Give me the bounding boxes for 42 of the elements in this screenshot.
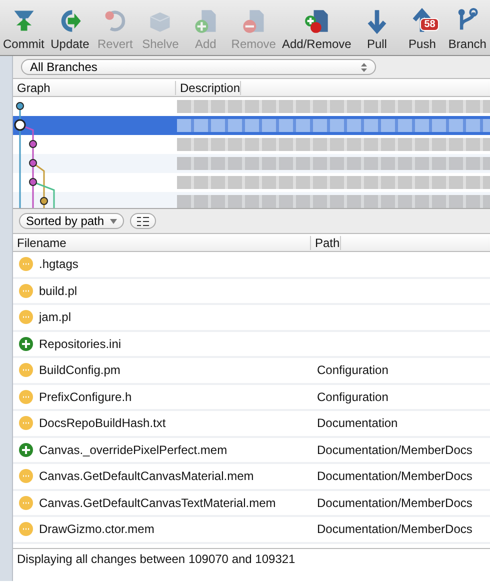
filename-cell: DrawGizmo.ctor.mem [39,522,154,536]
filename-cell: .hgtags [39,257,78,272]
filename-cell: PrefixConfigure.h [39,390,132,404]
count-badge: 58 [420,18,440,31]
branch-dropdown[interactable]: All Branches [21,59,376,75]
remove-file-icon [240,8,267,34]
toolbar-button[interactable]: Pull [354,8,400,51]
filename-cell: BuildConfig.pm [39,363,120,378]
toolbar-button[interactable]: Commit [0,8,48,51]
commit-row[interactable] [13,116,490,135]
add-file-icon [192,8,219,34]
sort-dropdown[interactable]: Sorted by path [19,213,124,229]
commit-row[interactable] [13,154,490,173]
status-text: Displaying all changes between 109070 and 109321 [13,548,490,581]
path-cell: Documentation/MemberDocs [317,496,472,510]
filename-cell: Repositories.ini [39,336,122,351]
column-header[interactable]: Description [176,80,242,94]
toolbar-button[interactable]: Branch [444,8,490,51]
filename-cell: DocsRepoBuildHash.txt [39,416,166,430]
list-view-button[interactable] [130,213,156,229]
path-cell: Configuration [317,390,388,404]
filename-cell: Canvas._overridePixelPerfect.mem [39,442,228,457]
path-cell: Documentation/MemberDocs [317,442,472,457]
list-icon [137,216,150,226]
column-header[interactable]: Path [311,236,341,250]
path-cell: Documentation [317,416,398,430]
filename-cell: Canvas.GetDefaultCanvasTextMaterial.mem [39,496,276,510]
filename-cell: Canvas.GetDefaultCanvasMaterial.mem [39,469,254,484]
add-remove-file-icon [304,8,330,34]
stepper-icon [361,62,367,72]
toolbar-button[interactable]: Update [47,8,93,51]
caret-icon [110,218,118,224]
path-cell: Configuration [317,363,388,378]
column-header[interactable]: Graph [13,80,176,94]
filename-cell: build.pl [39,284,78,298]
path-cell: Documentation/MemberDocs [317,522,472,536]
filename-cell: jam.pl [39,310,72,324]
toolbar-button[interactable]: 58 Push [400,8,445,51]
column-header[interactable]: Filename [13,236,311,250]
path-cell: Documentation/MemberDocs [317,469,472,484]
toolbar-button[interactable]: Add/Remove [278,8,354,51]
commit-row[interactable] [13,192,490,208]
